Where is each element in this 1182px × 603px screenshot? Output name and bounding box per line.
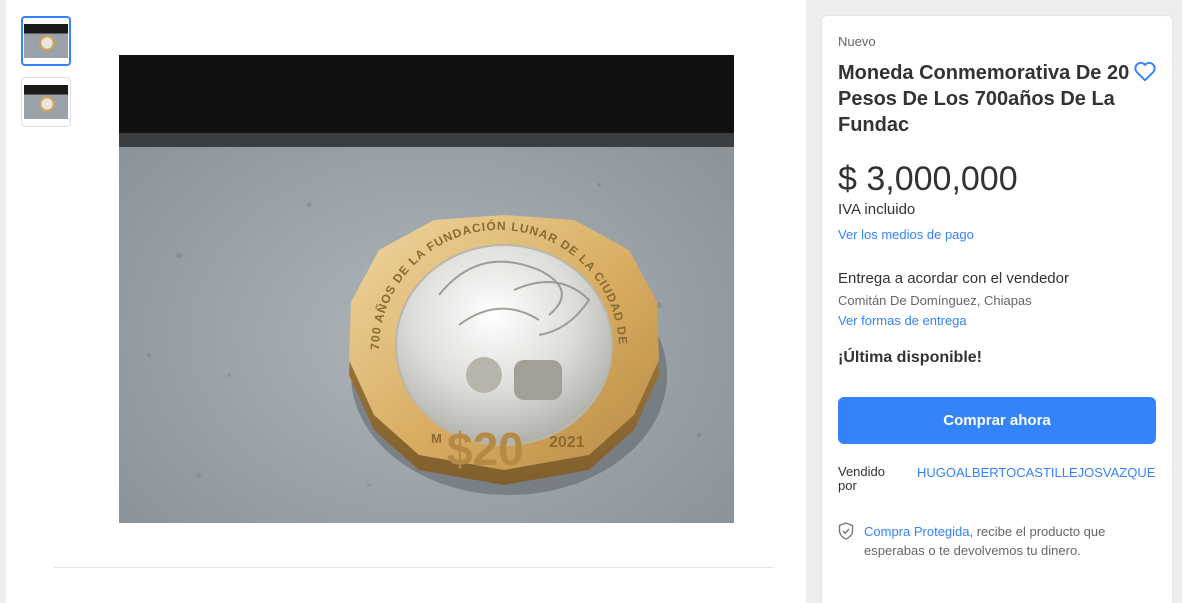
tax-note: IVA incluido	[838, 201, 916, 218]
payment-methods-link[interactable]: Ver los medios de pago	[838, 227, 974, 242]
stock-status: ¡Última disponible!	[838, 349, 982, 366]
shield-check-icon	[838, 522, 854, 540]
sold-by-label: Vendido por	[838, 464, 885, 493]
thumbnail-image	[24, 85, 68, 119]
divider	[54, 567, 773, 568]
coin-year: 2021	[549, 434, 585, 451]
seller-location: Comitán De Domínguez, Chiapas	[838, 293, 1032, 308]
thumbnail-2[interactable]	[21, 77, 71, 127]
product-title: Moneda Conmemorativa De 20 Pesos De Los …	[838, 62, 1130, 136]
thumbnail-image	[24, 24, 68, 58]
delivery-options-link[interactable]: Ver formas de entrega	[838, 313, 967, 328]
price: $ 3,000,000	[838, 160, 1018, 198]
delivery-info: Entrega a acordar con el vendedor	[838, 270, 1069, 287]
seller-link[interactable]: HUGOALBERTOCASTILLEJOSVAZQUE	[917, 465, 1155, 480]
condition-label: Nuevo	[838, 34, 876, 49]
thumbnail-1[interactable]	[21, 16, 71, 66]
buy-now-button[interactable]: Comprar ahora	[838, 397, 1156, 444]
main-product-image[interactable]: 700 AÑOS DE LA FUNDACIÓN LUNAR DE LA CIU…	[119, 55, 734, 523]
gallery-panel: 700 AÑOS DE LA FUNDACIÓN LUNAR DE LA CIU…	[6, 0, 806, 603]
coin-value: $20	[447, 423, 524, 475]
buy-box: Nuevo Moneda Conmemorativa De 20 Pesos D…	[821, 15, 1173, 603]
heart-icon[interactable]	[1132, 58, 1158, 84]
protected-purchase-link[interactable]: Compra Protegida	[864, 524, 970, 539]
coin-mint-mark: M	[431, 431, 442, 446]
protected-purchase-note: Compra Protegida, recibe el producto que…	[864, 522, 1154, 560]
